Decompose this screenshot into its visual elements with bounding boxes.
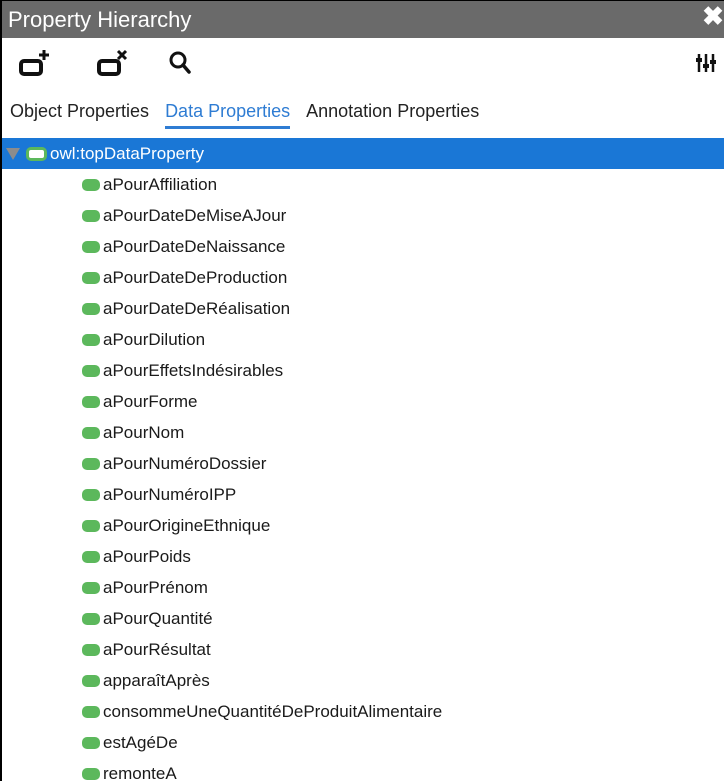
tree-node-label: aPourDateDeNaissance [103,236,286,256]
tree-node[interactable]: aPourEffetsIndésirables [2,355,724,386]
tree-node-label: aPourDateDeProduction [103,267,288,287]
panel-titlebar: Property Hierarchy ✖ [2,1,724,38]
tree-node-label: owl:topDataProperty [50,143,205,163]
data-property-icon [82,519,100,532]
tab-annotation-properties[interactable]: Annotation Properties [306,101,479,130]
tree-node-label: apparaîtAprès [103,670,210,690]
tree-node[interactable]: aPourOrigineEthnique [2,510,724,541]
data-property-icon [82,643,100,656]
data-property-icon [82,674,100,687]
tree-node[interactable]: aPourForme [2,386,724,417]
tree-node-label: aPourPrénom [103,577,208,597]
tree-node[interactable]: remonteA [2,758,724,781]
tab-object-properties[interactable]: Object Properties [10,101,149,130]
tree-node-label: consommeUneQuantitéDeProduitAlimentaire [103,701,443,721]
tree-node[interactable]: aPourDateDeProduction [2,262,724,293]
tree-node[interactable]: aPourAffiliation [2,169,724,200]
tree-node[interactable]: aPourNuméroIPP [2,479,724,510]
tree-node-label: aPourPoids [103,546,191,566]
data-property-icon [82,581,100,594]
tree-node[interactable]: aPourDilution [2,324,724,355]
tree-node-label: aPourDateDeMiseAJour [103,205,287,225]
tree-node[interactable]: aPourPoids [2,541,724,572]
data-property-icon [82,426,100,439]
property-type-tabs: Object Properties Data Properties Annota… [2,88,724,130]
tree-node-label: remonteA [103,763,177,782]
delete-property-icon[interactable] [96,48,130,83]
tree-node[interactable]: aPourDateDeMiseAJour [2,200,724,231]
tree-node-label: aPourQuantité [103,608,213,628]
close-icon[interactable]: ✖ [702,1,724,31]
tree-node[interactable]: aPourQuantité [2,603,724,634]
tree-node[interactable]: aPourDateDeNaissance [2,231,724,262]
panel-title: Property Hierarchy [8,6,192,32]
tree-node[interactable]: aPourRésultat [2,634,724,665]
add-subproperty-icon[interactable] [18,48,52,83]
expand-toggle-icon[interactable] [6,147,20,160]
tree-node[interactable]: consommeUneQuantitéDeProduitAlimentaire [2,696,724,727]
tree-node-label: aPourDilution [103,329,206,349]
data-property-icon [82,488,100,501]
tree-node-label: aPourAffiliation [103,174,218,194]
toolbar [2,38,724,88]
data-property-icon [82,271,100,284]
data-property-icon [82,612,100,625]
data-property-icon [82,736,100,749]
data-property-icon [82,395,100,408]
tree-node-label: aPourForme [103,391,198,411]
data-property-icon [82,178,100,191]
data-property-icon [82,705,100,718]
tree-node-label: aPourDateDeRéalisation [103,298,291,318]
tree-node-label: estAgéDe [103,732,178,752]
data-property-icon [82,240,100,253]
data-property-icon [26,146,47,161]
tree-node-label: aPourOrigineEthnique [103,515,271,535]
tree-node[interactable]: aPourNuméroDossier [2,448,724,479]
data-property-icon [82,550,100,563]
tree-node-root[interactable]: owl:topDataProperty [2,138,724,169]
tree-node-label: aPourNuméroIPP [103,484,237,504]
search-icon[interactable] [168,50,192,81]
data-property-icon [82,364,100,377]
tree-node-label: aPourNuméroDossier [103,453,267,473]
tree-node[interactable]: aPourDateDeRéalisation [2,293,724,324]
tree-node[interactable]: aPourPrénom [2,572,724,603]
tree-node-label: aPourEffetsIndésirables [103,360,284,380]
data-property-icon [82,457,100,470]
tab-data-properties[interactable]: Data Properties [165,101,291,130]
options-icon[interactable] [696,52,716,79]
property-tree: owl:topDataProperty aPourAffiliation aPo… [2,138,724,781]
data-property-icon [82,333,100,346]
property-hierarchy-panel: Property Hierarchy ✖ Object Properties D… [0,0,724,781]
tree-node[interactable]: apparaîtAprès [2,665,724,696]
tree-node[interactable]: estAgéDe [2,727,724,758]
tree-node-label: aPourNom [103,422,185,442]
data-property-icon [82,767,100,780]
data-property-icon [82,302,100,315]
data-property-icon [82,209,100,222]
tree-node-label: aPourRésultat [103,639,211,659]
tree-node[interactable]: aPourNom [2,417,724,448]
